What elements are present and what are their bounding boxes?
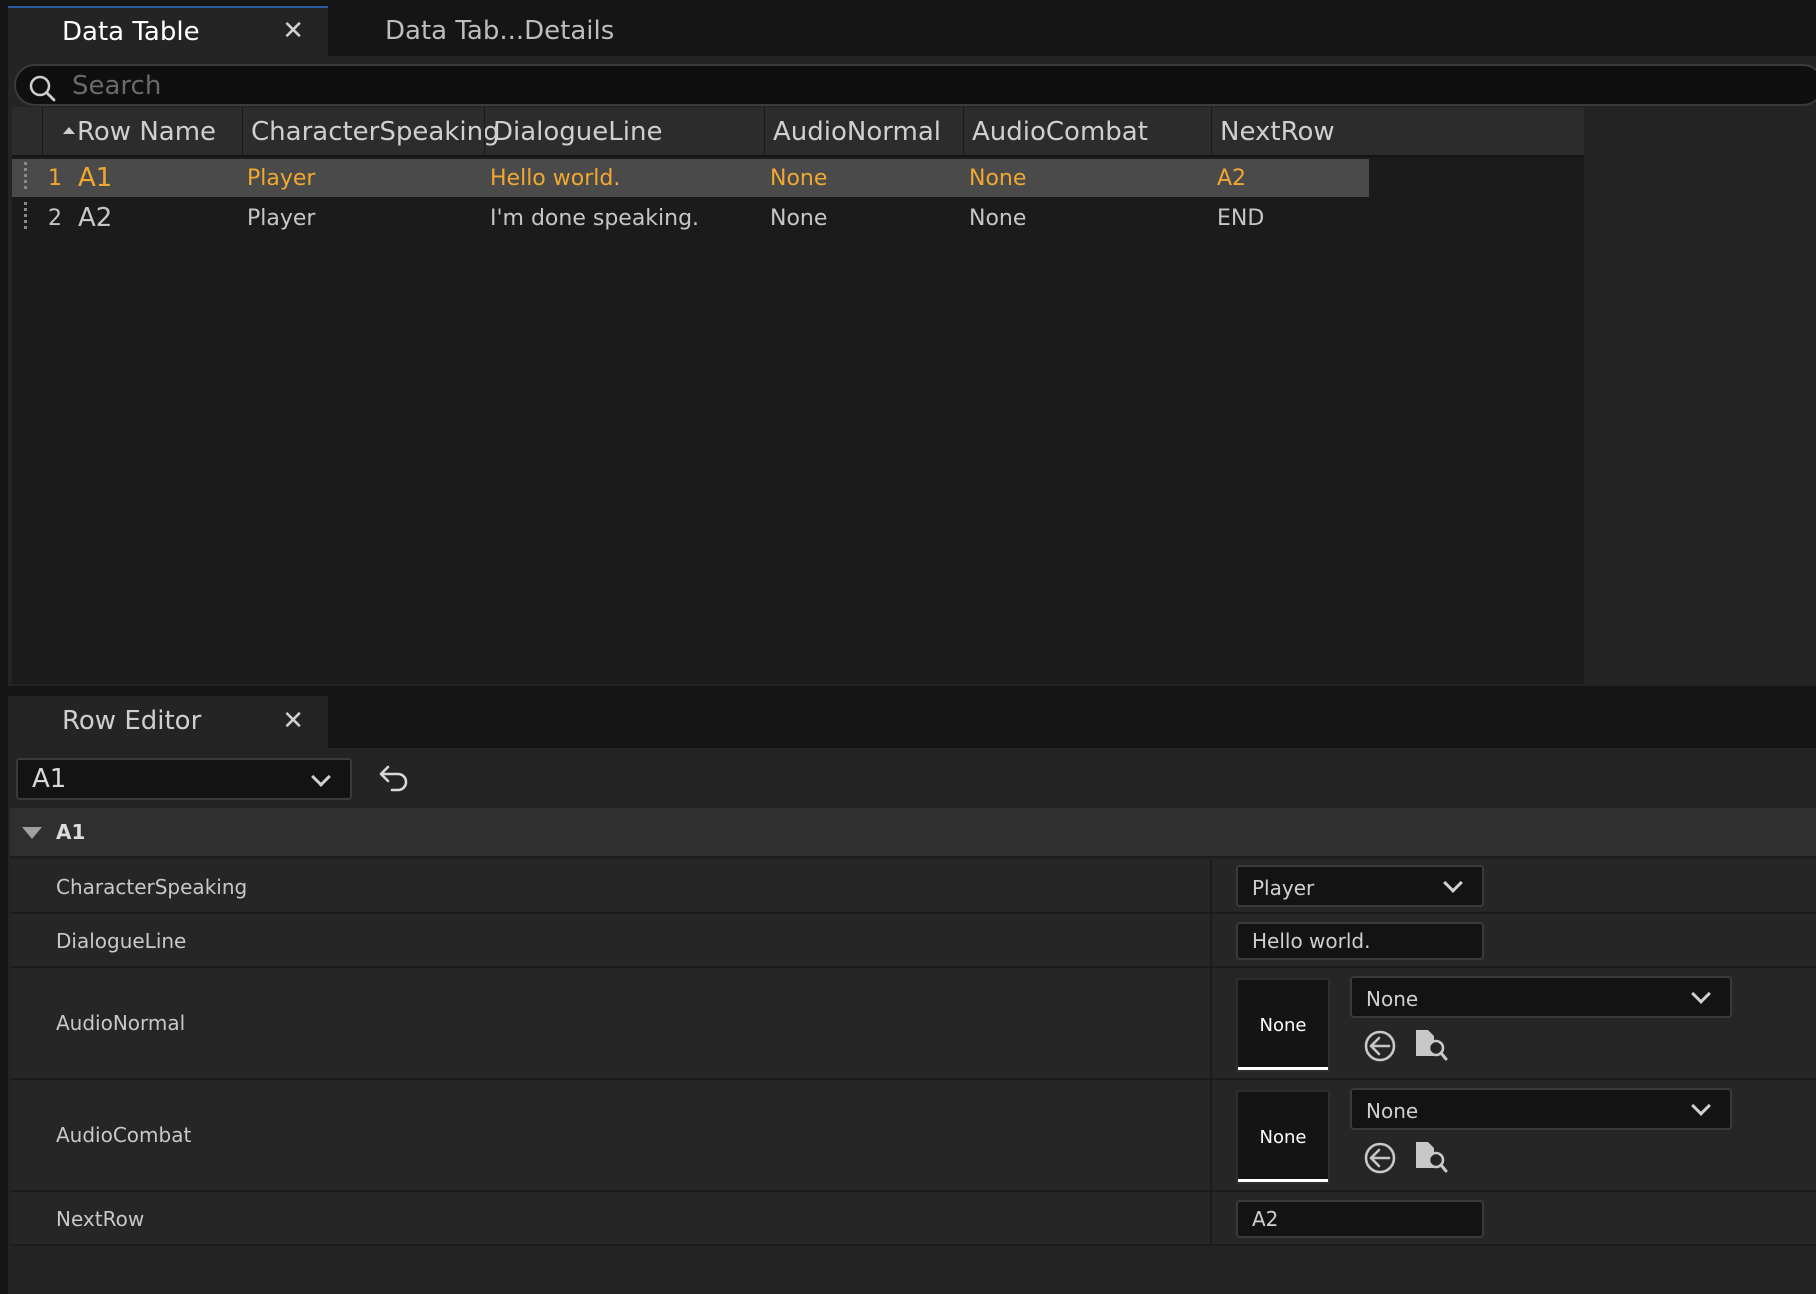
column-header-dialogue-line[interactable]: DialogueLine	[484, 107, 764, 157]
browse-asset-icon[interactable]	[1412, 1026, 1448, 1062]
property-row-audio-normal: AudioNormal None None	[10, 968, 1816, 1080]
search-bar	[14, 64, 1816, 106]
tab-row-editor[interactable]: Row Editor ✕	[8, 696, 328, 748]
audio-normal-asset-dropdown[interactable]: None	[1350, 976, 1732, 1018]
chevron-down-icon	[1443, 873, 1463, 893]
column-divider[interactable]	[1210, 968, 1212, 1078]
property-label: AudioNormal	[56, 1011, 186, 1035]
character-cell: Player	[247, 165, 316, 191]
column-header-audio-normal[interactable]: AudioNormal	[764, 107, 963, 157]
table-header: Row Name CharacterSpeaking DialogueLine …	[12, 107, 1584, 157]
data-table: Row Name CharacterSpeaking DialogueLine …	[12, 107, 1584, 684]
table-row[interactable]: 1 A1 Player Hello world. None None A2	[12, 159, 1369, 197]
asset-thumbnail[interactable]: None	[1236, 1090, 1330, 1184]
property-row-next-row: NextRow	[10, 1192, 1816, 1246]
close-icon[interactable]: ✕	[282, 16, 304, 46]
row-editor-panel: A1 A1 CharacterSpeaking Player DialogueL…	[8, 748, 1816, 1294]
search-input[interactable]	[72, 69, 1772, 103]
row-name-cell: A1	[78, 163, 113, 193]
table-row[interactable]: 2 A2 Player I'm done speaking. None None…	[12, 199, 1369, 237]
property-label: DialogueLine	[56, 929, 187, 953]
asset-thumbnail[interactable]: None	[1236, 978, 1330, 1072]
row-index: 2	[48, 205, 62, 231]
dialogue-cell: Hello world.	[490, 165, 621, 191]
row-index: 1	[48, 165, 62, 191]
audio-normal-cell: None	[770, 205, 828, 231]
audio-combat-cell: None	[969, 165, 1027, 191]
character-cell: Player	[247, 205, 316, 231]
property-row-audio-combat: AudioCombat None None	[10, 1080, 1816, 1192]
use-selected-asset-icon[interactable]	[1362, 1028, 1398, 1064]
row-select-dropdown[interactable]: A1	[16, 758, 352, 800]
next-row-cell: END	[1217, 205, 1265, 231]
column-divider[interactable]	[1210, 1080, 1212, 1190]
property-label: NextRow	[56, 1207, 145, 1231]
audio-combat-cell: None	[969, 205, 1027, 231]
search-icon	[29, 75, 56, 102]
tab-data-table-details[interactable]: Data Tab...Details	[385, 6, 614, 56]
use-selected-asset-icon[interactable]	[1362, 1140, 1398, 1176]
dialogue-line-input[interactable]	[1236, 922, 1484, 960]
row-select-value: A1	[32, 764, 67, 794]
tab-data-table-label: Data Table	[62, 17, 200, 47]
column-header-next-row[interactable]: NextRow	[1211, 107, 1369, 157]
chevron-down-icon	[1691, 1096, 1711, 1116]
audio-normal-cell: None	[770, 165, 828, 191]
collapse-arrow-icon[interactable]	[22, 827, 42, 839]
top-tab-strip: Data Table ✕ Data Tab...Details	[0, 0, 1816, 58]
column-header-audio-combat[interactable]: AudioCombat	[963, 107, 1211, 157]
property-row-character-speaking: CharacterSpeaking Player	[10, 860, 1816, 914]
tab-data-table[interactable]: Data Table ✕	[8, 6, 328, 56]
column-divider[interactable]	[1210, 914, 1212, 966]
column-divider[interactable]	[1210, 1192, 1212, 1244]
browse-asset-icon[interactable]	[1412, 1138, 1448, 1174]
row-name-cell: A2	[78, 203, 113, 233]
column-divider[interactable]	[1210, 860, 1212, 912]
next-row-input[interactable]	[1236, 1200, 1484, 1238]
data-table-panel: Row Name CharacterSpeaking DialogueLine …	[8, 56, 1816, 686]
chevron-down-icon	[311, 767, 331, 787]
property-row-dialogue-line: DialogueLine	[10, 914, 1816, 968]
drag-handle-icon[interactable]	[24, 202, 34, 234]
row-editor-tab-strip: Row Editor ✕	[0, 686, 1816, 748]
next-row-cell: A2	[1217, 165, 1247, 191]
close-icon[interactable]: ✕	[282, 706, 304, 736]
drag-handle-icon[interactable]	[24, 162, 34, 194]
tab-row-editor-label: Row Editor	[62, 706, 202, 736]
column-header-row-name[interactable]: Row Name	[42, 107, 242, 157]
dialogue-cell: I'm done speaking.	[490, 205, 700, 231]
column-header-character-speaking[interactable]: CharacterSpeaking	[242, 107, 500, 157]
chevron-down-icon	[1691, 984, 1711, 1004]
character-speaking-dropdown[interactable]: Player	[1236, 865, 1484, 907]
section-header-a1[interactable]: A1	[10, 808, 1816, 858]
column-header-drag	[12, 107, 42, 157]
undo-icon[interactable]	[378, 762, 412, 792]
section-title: A1	[56, 820, 86, 844]
sort-ascending-icon	[63, 127, 75, 134]
property-label: AudioCombat	[56, 1123, 192, 1147]
audio-combat-asset-dropdown[interactable]: None	[1350, 1088, 1732, 1130]
property-label: CharacterSpeaking	[56, 875, 248, 899]
tab-data-table-details-label: Data Tab...Details	[385, 16, 615, 46]
